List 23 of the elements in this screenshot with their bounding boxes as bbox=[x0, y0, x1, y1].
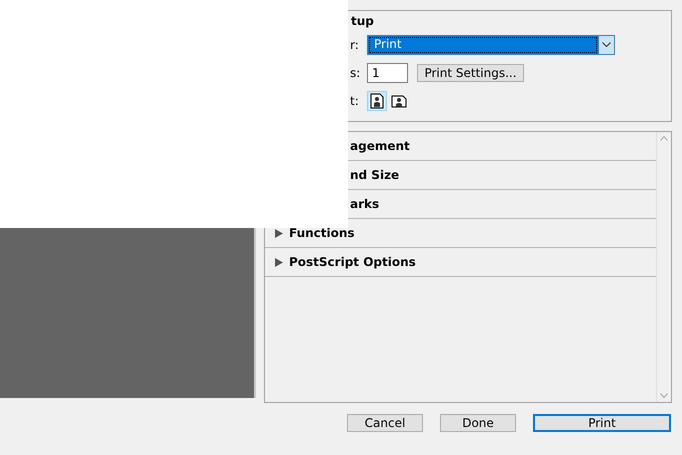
dialog-button[interactable]: Done bbox=[440, 414, 516, 432]
section-header[interactable]: nd Size bbox=[350, 168, 400, 182]
scroll-bar[interactable] bbox=[656, 132, 671, 402]
expand-arrow-icon bbox=[275, 258, 283, 266]
copies-label: s: bbox=[350, 66, 361, 80]
printer-dropdown[interactable]: Print bbox=[367, 35, 615, 55]
section-header[interactable]: PostScript Options bbox=[265, 248, 656, 277]
print-settings-button[interactable]: Print Settings... bbox=[417, 64, 524, 82]
scroll-up-icon[interactable] bbox=[660, 136, 668, 141]
dialog-button[interactable]: Cancel bbox=[347, 414, 423, 432]
printer-label: r: bbox=[350, 38, 360, 52]
copies-field[interactable]: 1 bbox=[367, 63, 408, 83]
portrait-page-icon bbox=[370, 93, 384, 109]
section-header[interactable]: arks bbox=[350, 197, 380, 211]
section-header[interactable]: agement bbox=[350, 139, 410, 153]
landscape-page-icon bbox=[391, 94, 407, 108]
section-title: tup bbox=[351, 14, 375, 28]
portrait-layout-button[interactable] bbox=[367, 91, 387, 111]
chevron-down-icon bbox=[602, 42, 611, 48]
scroll-down-icon[interactable] bbox=[660, 393, 668, 398]
expand-arrow-icon bbox=[275, 228, 283, 238]
print-button[interactable]: Print bbox=[533, 414, 671, 432]
layout-label: t: bbox=[350, 94, 360, 108]
